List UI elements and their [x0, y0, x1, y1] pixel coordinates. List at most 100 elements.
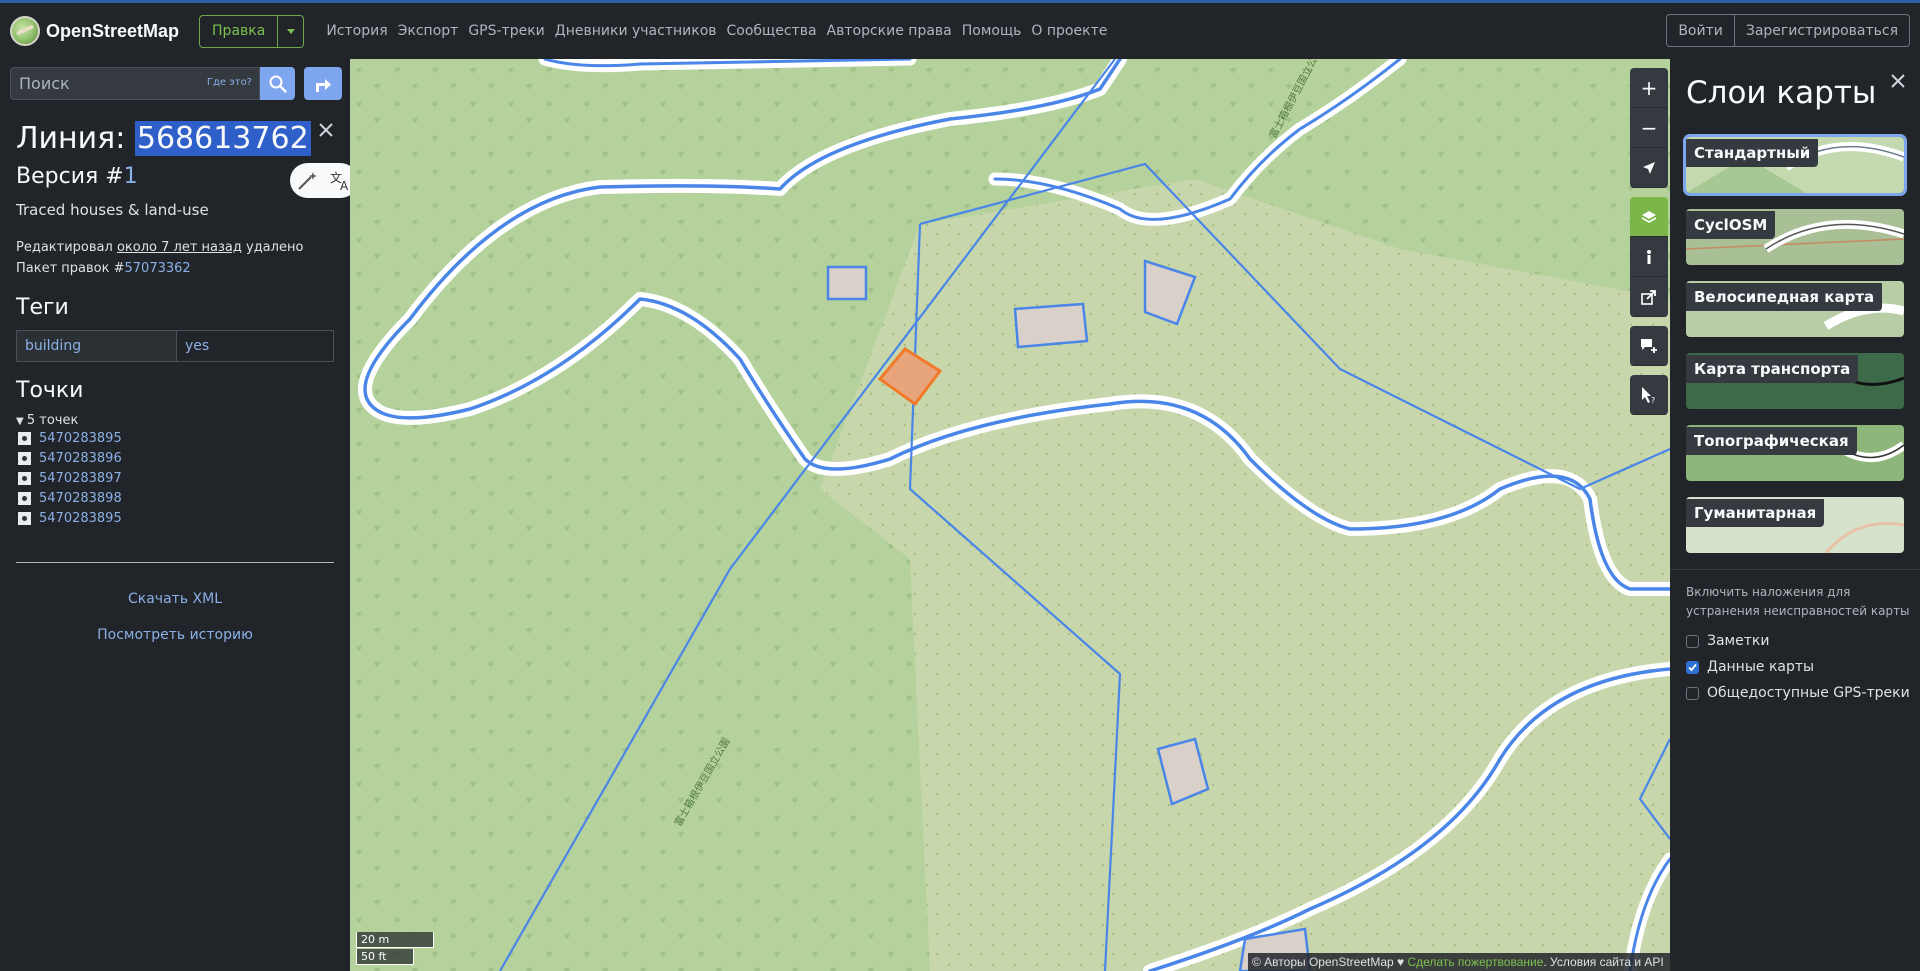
list-item: 5470283895 [18, 508, 334, 528]
overlay-gps-traces[interactable]: Общедоступные GPS-треки [1686, 685, 1910, 701]
node-link[interactable]: 5470283896 [39, 451, 122, 466]
layer-standard[interactable]: Стандартный [1683, 134, 1907, 196]
edited-status: удалено [246, 240, 304, 255]
query-features-button[interactable]: ? [1630, 375, 1668, 415]
version-heading: Версия #1 [16, 164, 334, 189]
overlay-caption: Включить наложения для устранения неиспр… [1686, 585, 1910, 618]
svg-text:A: A [340, 179, 349, 192]
nav-user-diaries[interactable]: Дневники участников [555, 23, 717, 39]
locate-button[interactable] [1630, 148, 1668, 188]
node-icon [18, 511, 31, 525]
edit-dropdown-toggle[interactable] [278, 14, 305, 48]
layer-topographic[interactable]: Топографическая [1686, 425, 1904, 481]
directions-button[interactable] [304, 67, 342, 100]
where-is-this-link[interactable]: Где это? [207, 77, 252, 88]
node-link[interactable]: 5470283895 [39, 511, 122, 526]
node-link[interactable]: 5470283898 [39, 491, 122, 506]
nav-about[interactable]: О проекте [1031, 23, 1107, 39]
layer-label: Стандартный [1686, 139, 1819, 167]
notes-group [1630, 326, 1668, 366]
checkbox[interactable] [1686, 686, 1699, 700]
magic-wand-icon[interactable] [296, 170, 318, 192]
layers-panel: Слои карты Стандартный CyclOSM Велосипед… [1670, 59, 1920, 971]
osm-logo-icon [10, 16, 40, 46]
layer-cycle-map[interactable]: Велосипедная карта [1686, 281, 1904, 337]
layer-label: Велосипедная карта [1686, 283, 1883, 311]
translate-toolbar: 文A [290, 163, 358, 198]
share-button[interactable] [1630, 277, 1668, 317]
node-icon [18, 491, 31, 505]
version-link[interactable]: 1 [124, 164, 138, 189]
nav-export[interactable]: Экспорт [398, 23, 459, 39]
layer-label: CyclOSM [1686, 211, 1776, 239]
map-view[interactable]: ዋ ዋ [350, 59, 1670, 971]
edit-meta: Редактировал около 7 лет назад удалено П… [16, 237, 334, 279]
attribution-text[interactable]: © Авторы OpenStreetMap ♥ [1252, 955, 1407, 969]
zoom-out-button[interactable]: − [1630, 108, 1668, 148]
download-xml-link[interactable]: Скачать XML [16, 591, 334, 607]
page-title: Линия: 568613762 [16, 121, 334, 156]
nodes-summary-toggle[interactable]: 5 точек [16, 413, 334, 428]
changeset-link[interactable]: 57073362 [125, 261, 191, 276]
node-link[interactable]: 5470283897 [39, 471, 122, 486]
list-item: 5470283897 [18, 468, 334, 488]
donate-link[interactable]: Сделать пожертвование [1407, 955, 1543, 969]
edited-by-label: Редактировал [16, 240, 113, 255]
svg-text:?: ? [1651, 396, 1655, 404]
terms-link[interactable]: . Условия сайта и API [1543, 955, 1663, 969]
translate-icon[interactable]: 文A [329, 170, 353, 192]
node-link[interactable]: 5470283895 [39, 431, 122, 446]
nodes-heading: Точки [16, 378, 84, 403]
scrub-area [820, 179, 1670, 971]
info-button[interactable] [1630, 237, 1668, 277]
close-icon[interactable] [1888, 71, 1908, 91]
feature-details: Линия: 568613762 Версия #1 Traced houses… [16, 121, 334, 643]
attribution: © Авторы OpenStreetMap ♥ Сделать пожертв… [1248, 953, 1670, 971]
check-icon [1688, 663, 1697, 671]
layers-button[interactable] [1630, 197, 1668, 237]
directions-icon [316, 78, 331, 92]
map-controls: + − ? [1630, 68, 1668, 424]
search-box: Где это? [10, 67, 260, 100]
auth-buttons: Войти Зарегистрироваться [1666, 14, 1910, 47]
add-note-button[interactable] [1630, 326, 1668, 366]
tag-key[interactable]: building [17, 331, 177, 361]
zoom-in-button[interactable]: + [1630, 68, 1668, 108]
sidebar: Где это? Линия: 568613762 Версия #1 Trac… [0, 59, 350, 971]
layer-humanitarian[interactable]: Гуманитарная [1686, 497, 1904, 553]
overlay-label: Заметки [1707, 633, 1770, 649]
overlay-label: Общедоступные GPS-треки [1707, 685, 1910, 701]
checkbox-checked[interactable] [1686, 660, 1699, 674]
overlay-label: Данные карты [1707, 659, 1815, 675]
tag-value[interactable]: yes [177, 331, 217, 361]
overlay-map-data[interactable]: Данные карты [1686, 659, 1814, 675]
query-cursor-icon: ? [1642, 386, 1655, 404]
nav-history[interactable]: История [326, 23, 387, 39]
login-button[interactable]: Войти [1666, 14, 1735, 47]
scale-imperial: 50 ft [356, 949, 414, 965]
layer-transport[interactable]: Карта транспорта [1686, 353, 1904, 409]
locate-arrow-icon [1643, 161, 1655, 174]
overlay-notes[interactable]: Заметки [1686, 633, 1769, 649]
caret-down-icon [286, 28, 295, 34]
nav-copyright[interactable]: Авторские права [827, 23, 952, 39]
nav-gps-traces[interactable]: GPS-треки [468, 23, 544, 39]
edit-button[interactable]: Правка [199, 14, 279, 48]
list-item: 5470283895 [18, 428, 334, 448]
checkbox[interactable] [1686, 634, 1699, 648]
changeset-comment: Traced houses & land-use [16, 201, 209, 219]
node-icon [18, 471, 31, 485]
map-canvas: ዋ ዋ [350, 59, 1670, 971]
list-item: 5470283898 [18, 488, 334, 508]
edited-time: около 7 лет назад [116, 240, 242, 255]
edit-button-group: Правка [199, 14, 305, 48]
search-button[interactable] [260, 67, 295, 100]
title-prefix: Линия: [16, 121, 126, 156]
view-history-link[interactable]: Посмотреть историю [16, 627, 334, 643]
layer-cyclosm[interactable]: CyclOSM [1686, 209, 1904, 265]
signup-button[interactable]: Зарегистрироваться [1734, 14, 1910, 47]
nav-communities[interactable]: Сообщества [727, 23, 817, 39]
site-logo[interactable]: OpenStreetMap [10, 16, 179, 46]
nav-help[interactable]: Помощь [962, 23, 1022, 39]
layer-label: Топографическая [1686, 427, 1857, 455]
